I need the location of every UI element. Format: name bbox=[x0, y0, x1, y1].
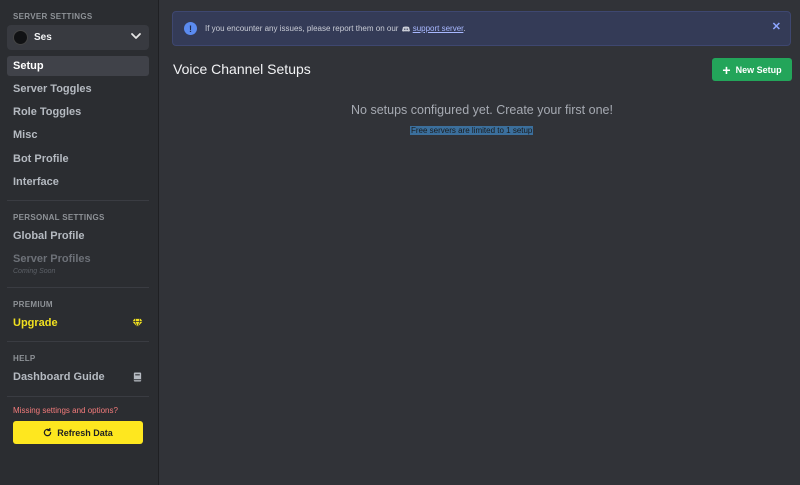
sidebar-item-label: Server Profiles bbox=[13, 253, 91, 265]
sidebar-item-dashboard-guide[interactable]: Dashboard Guide bbox=[7, 367, 149, 387]
coming-soon-note: Coming Soon bbox=[13, 268, 56, 275]
help-heading: HELP bbox=[13, 354, 36, 363]
chevron-down-icon bbox=[131, 33, 141, 39]
sidebar-item-misc[interactable]: Misc bbox=[7, 125, 149, 145]
sidebar-item-label: Role Toggles bbox=[13, 106, 82, 118]
refresh-icon bbox=[43, 428, 52, 437]
support-server-link[interactable]: support server bbox=[413, 24, 464, 33]
sidebar-item-server-profiles: Server Profiles bbox=[7, 249, 149, 269]
sidebar-item-interface[interactable]: Interface bbox=[7, 172, 149, 192]
discord-icon bbox=[401, 26, 410, 32]
sidebar-item-label: Setup bbox=[13, 60, 44, 72]
banner-message: If you encounter any issues, please repo… bbox=[205, 24, 399, 33]
sidebar-divider bbox=[7, 287, 149, 288]
diamond-icon bbox=[132, 318, 143, 328]
refresh-data-label: Refresh Data bbox=[57, 427, 113, 438]
sidebar-item-bot-profile[interactable]: Bot Profile bbox=[7, 149, 149, 169]
banner-text: If you encounter any issues, please repo… bbox=[205, 24, 466, 33]
close-icon[interactable]: ✕ bbox=[772, 20, 781, 33]
sidebar: SERVER SETTINGS Ses Setup Server Toggles… bbox=[0, 0, 159, 485]
sidebar-item-role-toggles[interactable]: Role Toggles bbox=[7, 102, 149, 122]
free-limit-note: Free servers are limited to 1 setup bbox=[410, 126, 534, 135]
premium-heading: PREMIUM bbox=[13, 300, 53, 309]
sidebar-item-global-profile[interactable]: Global Profile bbox=[7, 226, 149, 246]
new-setup-label: New Setup bbox=[735, 64, 782, 75]
sidebar-item-setup[interactable]: Setup bbox=[7, 56, 149, 76]
banner-period: . bbox=[463, 24, 466, 33]
personal-settings-heading: PERSONAL SETTINGS bbox=[13, 213, 105, 222]
sidebar-item-label: Upgrade bbox=[13, 317, 58, 329]
server-selector[interactable]: Ses bbox=[7, 25, 149, 50]
sidebar-item-label: Misc bbox=[13, 129, 38, 141]
refresh-data-button[interactable]: Refresh Data bbox=[13, 421, 143, 444]
empty-state-message: No setups configured yet. Create your fi… bbox=[351, 103, 613, 117]
sidebar-item-upgrade[interactable]: Upgrade bbox=[7, 313, 149, 333]
info-banner: ! If you encounter any issues, please re… bbox=[172, 11, 791, 46]
server-settings-heading: SERVER SETTINGS bbox=[13, 12, 93, 21]
page-title: Voice Channel Setups bbox=[173, 61, 311, 77]
sidebar-item-label: Global Profile bbox=[13, 230, 85, 242]
info-icon: ! bbox=[184, 22, 197, 35]
missing-settings-text: Missing settings and options? bbox=[13, 406, 118, 415]
sidebar-divider bbox=[7, 200, 149, 201]
sidebar-divider bbox=[7, 341, 149, 342]
sidebar-item-server-toggles[interactable]: Server Toggles bbox=[7, 79, 149, 99]
server-avatar bbox=[13, 30, 28, 45]
plus-icon: + bbox=[722, 61, 731, 78]
sidebar-item-label: Dashboard Guide bbox=[13, 371, 105, 383]
server-name: Ses bbox=[34, 32, 52, 43]
sidebar-item-label: Bot Profile bbox=[13, 153, 69, 165]
sidebar-item-label: Interface bbox=[13, 176, 59, 188]
sidebar-item-label: Server Toggles bbox=[13, 83, 92, 95]
book-icon bbox=[133, 372, 142, 382]
sidebar-divider bbox=[7, 396, 149, 397]
new-setup-button[interactable]: + New Setup bbox=[712, 58, 792, 81]
